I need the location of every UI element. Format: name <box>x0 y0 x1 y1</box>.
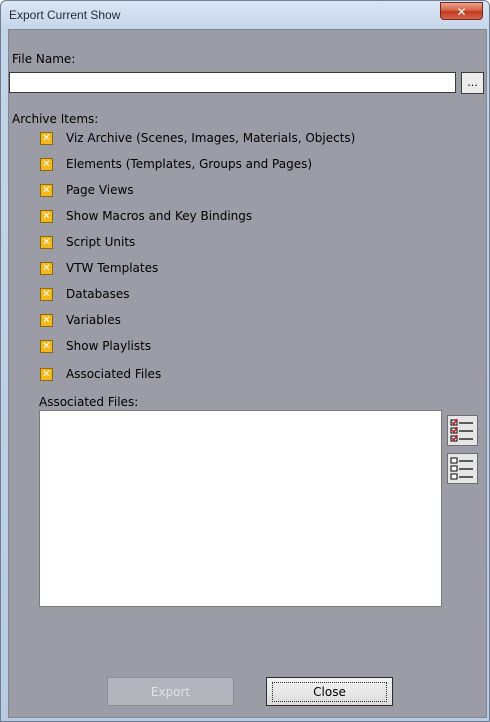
archive-item-label: VTW Templates <box>66 261 159 275</box>
window-close-button[interactable]: ✕ <box>440 2 483 20</box>
deselect-all-files-button[interactable] <box>447 453 478 484</box>
checkbox-checked-icon[interactable]: ✕ <box>40 262 53 275</box>
archive-item-label: Elements (Templates, Groups and Pages) <box>66 157 313 171</box>
checkbox-checked-icon[interactable]: ✕ <box>40 210 53 223</box>
checkbox-checked-icon[interactable]: ✕ <box>40 184 53 197</box>
checkbox-checked-icon[interactable]: ✕ <box>40 158 53 171</box>
title-bar[interactable]: Export Current Show ✕ <box>1 1 489 29</box>
empty-list-icon <box>448 454 477 483</box>
window-title: Export Current Show <box>9 8 121 22</box>
select-all-files-button[interactable] <box>447 415 478 446</box>
associated-files-list[interactable] <box>39 410 442 607</box>
archive-item-label: Script Units <box>66 235 136 249</box>
check-list-icon <box>448 416 477 445</box>
archive-item-label: Show Macros and Key Bindings <box>66 209 253 223</box>
archive-item-label: Databases <box>66 287 130 301</box>
archive-items-label: Archive Items: <box>12 112 99 126</box>
associated-files-label: Associated Files: <box>39 395 139 409</box>
archive-item-label: Associated Files <box>66 367 162 381</box>
dialog-body: File Name: ... Archive Items: ✕ Viz Arch… <box>8 29 487 718</box>
archive-item-label: Page Views <box>66 183 134 197</box>
file-name-input[interactable] <box>9 72 456 93</box>
browse-button[interactable]: ... <box>461 72 484 94</box>
export-dialog: Export Current Show ✕ File Name: ... Arc… <box>0 0 490 722</box>
close-icon: ✕ <box>456 5 467 19</box>
close-button[interactable]: Close <box>266 677 393 706</box>
export-button[interactable]: Export <box>107 677 234 706</box>
checkbox-checked-icon[interactable]: ✕ <box>40 314 53 327</box>
close-button-label: Close <box>272 681 387 702</box>
checkbox-checked-icon[interactable]: ✕ <box>40 368 53 381</box>
checkbox-checked-icon[interactable]: ✕ <box>40 236 53 249</box>
checkbox-checked-icon[interactable]: ✕ <box>40 132 53 145</box>
checkbox-checked-icon[interactable]: ✕ <box>40 288 53 301</box>
archive-item-label: Show Playlists <box>66 339 152 353</box>
archive-item-label: Variables <box>66 313 121 327</box>
archive-item-label: Viz Archive (Scenes, Images, Materials, … <box>66 131 356 145</box>
checkbox-checked-icon[interactable]: ✕ <box>40 340 53 353</box>
file-name-label: File Name: <box>12 52 76 66</box>
